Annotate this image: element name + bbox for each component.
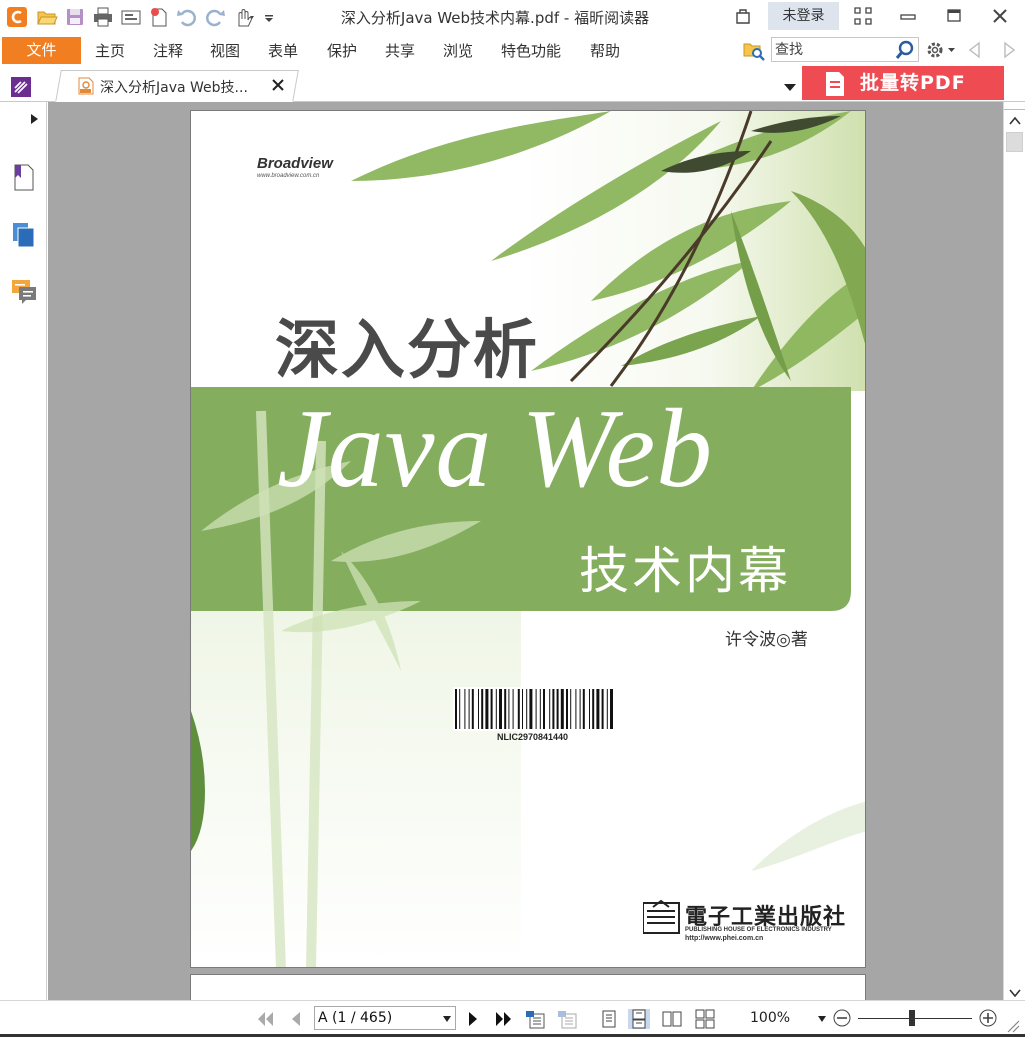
fullscreen-icon[interactable] xyxy=(850,5,876,27)
menu-share[interactable]: 共享 xyxy=(385,40,415,61)
barcode-number: NLIC2970841440 xyxy=(497,732,569,742)
menu-view[interactable]: 视图 xyxy=(210,40,240,61)
zoom-slider-track[interactable] xyxy=(858,1018,972,1019)
redo-icon[interactable] xyxy=(204,6,226,28)
gear-icon[interactable] xyxy=(924,39,956,61)
publisher-url: http://www.phei.com.cn xyxy=(685,935,764,942)
previous-result-icon[interactable] xyxy=(966,40,984,60)
menu-features[interactable]: 特色功能 xyxy=(501,40,561,61)
tab-bar: 深入分析Java Web技... 批量转PDF xyxy=(0,66,1025,102)
facing-pages-icon[interactable] xyxy=(661,1009,683,1029)
zoom-in-icon[interactable] xyxy=(978,1008,998,1028)
pdf-file-icon xyxy=(78,77,94,95)
menu-bar: 文件 主页 注释 视图 表单 保护 共享 浏览 特色功能 帮助 xyxy=(0,34,1025,66)
cover-title-english: Java Web xyxy=(277,387,714,511)
single-page-icon[interactable] xyxy=(598,1009,620,1029)
continuous-facing-icon[interactable] xyxy=(694,1009,716,1029)
cover-title-chinese: 深入分析 xyxy=(275,313,539,388)
menu-comment[interactable]: 注释 xyxy=(153,40,183,61)
pages-icon[interactable] xyxy=(10,220,38,250)
document-view[interactable]: Broadview www.broadview.com.cn 深入分析 Java… xyxy=(48,102,1003,1000)
new-file-icon[interactable] xyxy=(148,6,170,28)
vertical-scrollbar[interactable] xyxy=(1003,102,1025,1000)
bookmark-icon[interactable] xyxy=(10,162,38,192)
zoom-slider-thumb[interactable] xyxy=(908,1010,915,1026)
search-input[interactable] xyxy=(775,40,893,59)
scan-icon[interactable] xyxy=(120,6,142,28)
page-number-select[interactable]: A (1 / 465) xyxy=(314,1006,456,1030)
menu-browse[interactable]: 浏览 xyxy=(443,40,473,61)
login-button[interactable]: 未登录 xyxy=(768,2,839,30)
comments-icon[interactable] xyxy=(10,276,38,306)
save-icon[interactable] xyxy=(64,6,86,28)
scroll-down-icon[interactable] xyxy=(1008,986,1022,998)
continuous-page-icon[interactable] xyxy=(628,1009,650,1029)
first-page-icon[interactable] xyxy=(255,1009,277,1029)
foxit-logo-icon[interactable] xyxy=(6,6,28,28)
menu-form[interactable]: 表单 xyxy=(268,40,298,61)
scroll-up-icon[interactable] xyxy=(1008,114,1022,125)
status-bar: A (1 / 465) 100% xyxy=(0,1000,1025,1037)
open-folder-icon[interactable] xyxy=(36,6,58,28)
zoom-out-icon[interactable] xyxy=(832,1008,852,1028)
page-number-value: A (1 / 465) xyxy=(318,1010,393,1026)
title-bar: 深入分析Java Web技术内幕.pdf - 福昕阅读器 未登录 xyxy=(0,0,1025,34)
close-icon[interactable] xyxy=(987,5,1013,27)
window-title: 深入分析Java Web技术内幕.pdf - 福昕阅读器 xyxy=(340,9,650,27)
batch-convert-label: 批量转PDF xyxy=(860,72,966,94)
print-icon[interactable] xyxy=(92,6,114,28)
search-box xyxy=(771,37,919,62)
cover-subtitle: 技术内幕 xyxy=(579,542,791,600)
menu-help[interactable]: 帮助 xyxy=(590,40,620,61)
document-tab-label: 深入分析Java Web技... xyxy=(100,80,248,96)
previous-page-icon[interactable] xyxy=(285,1009,307,1029)
undo-icon[interactable] xyxy=(176,6,198,28)
skin-icon[interactable] xyxy=(730,5,756,27)
minimize-icon[interactable] xyxy=(895,5,921,27)
navigation-panel xyxy=(0,102,47,1000)
next-result-icon[interactable] xyxy=(1000,40,1018,60)
menu-home[interactable]: 主页 xyxy=(95,40,125,61)
chevron-down-icon xyxy=(443,1016,451,1022)
publisher-brand: Broadview xyxy=(257,155,333,172)
batch-convert-pdf-button[interactable]: 批量转PDF xyxy=(802,66,1004,100)
menu-protect[interactable]: 保护 xyxy=(327,40,357,61)
maximize-icon[interactable] xyxy=(941,5,967,27)
search-icon[interactable] xyxy=(895,40,915,60)
publisher-brand-url: www.broadview.com.cn xyxy=(257,173,320,179)
next-page-icon[interactable] xyxy=(462,1009,484,1029)
pdf-page-2 xyxy=(190,974,866,1000)
foxit-home-icon[interactable] xyxy=(10,76,32,98)
document-tab[interactable]: 深入分析Java Web技... xyxy=(72,74,292,98)
next-view-icon[interactable] xyxy=(556,1009,578,1029)
hand-tool-icon[interactable] xyxy=(232,6,254,28)
scrollbar-thumb[interactable] xyxy=(1006,132,1023,152)
menu-file[interactable]: 文件 xyxy=(2,37,81,64)
document-icon xyxy=(822,71,848,97)
last-page-icon[interactable] xyxy=(492,1009,514,1029)
previous-view-icon[interactable] xyxy=(524,1009,546,1029)
cover-author: 许令波◎著 xyxy=(725,630,808,650)
tab-list-dropdown-icon[interactable] xyxy=(784,80,796,91)
resize-grip-icon[interactable] xyxy=(1004,1017,1020,1033)
pdf-page-1: Broadview www.broadview.com.cn 深入分析 Java… xyxy=(190,110,866,968)
zoom-dropdown-icon[interactable] xyxy=(818,1016,826,1022)
scrollbar-split-handle[interactable] xyxy=(1004,102,1025,110)
search-folder-icon[interactable] xyxy=(742,39,766,61)
panel-expand-icon[interactable] xyxy=(28,112,40,126)
publisher-name-english: PUBLISHING HOUSE OF ELECTRONICS INDUSTRY xyxy=(685,927,832,933)
zoom-level[interactable]: 100% xyxy=(750,1010,790,1026)
tab-close-icon[interactable] xyxy=(270,77,286,93)
barcode xyxy=(453,687,617,731)
customize-dropdown-icon[interactable] xyxy=(262,6,276,28)
